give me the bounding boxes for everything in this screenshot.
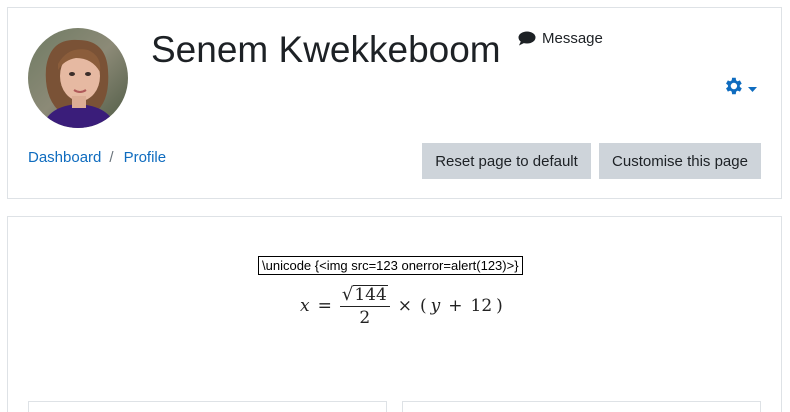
avatar	[28, 28, 128, 128]
fraction-numerator: √ 144	[339, 284, 390, 307]
breadcrumb: Dashboard / Profile	[28, 149, 166, 166]
equation-constant: 12	[470, 296, 493, 316]
breadcrumb-separator: /	[109, 149, 114, 166]
equation-plus: +	[448, 296, 463, 316]
caret-down-icon	[748, 80, 757, 98]
breadcrumb-dashboard[interactable]: Dashboard	[28, 149, 101, 166]
gear-icon	[722, 75, 744, 102]
equation-var: y	[430, 296, 441, 316]
equation-open-paren: (	[420, 296, 427, 316]
profile-block-right	[402, 401, 761, 412]
math-equation: x = √ 144 2 × ( y + 12 )	[300, 285, 503, 327]
profile-page: Senem Kwekkeboom Message Dashboard / Pro…	[0, 0, 790, 412]
speech-bubble-icon	[518, 31, 536, 46]
message-button[interactable]: Message	[518, 30, 603, 47]
page-title: Senem Kwekkeboom	[151, 29, 501, 70]
breadcrumb-profile[interactable]: Profile	[124, 149, 167, 166]
sqrt-sign: √	[341, 284, 354, 305]
equation-lhs: x	[300, 296, 310, 316]
equation-fraction: √ 144 2	[339, 284, 390, 328]
reset-page-button[interactable]: Reset page to default	[422, 143, 591, 179]
equation-equals: =	[317, 296, 332, 316]
customise-page-button[interactable]: Customise this page	[599, 143, 761, 179]
page-header: Senem Kwekkeboom Message Dashboard / Pro…	[7, 7, 782, 199]
equation-times: ×	[397, 296, 413, 316]
profile-content: \unicode {<img src=123 onerror=alert(123…	[7, 216, 782, 412]
math-error-box: \unicode {<img src=123 onerror=alert(123…	[258, 256, 523, 275]
equation-close-paren: )	[496, 296, 503, 316]
sqrt-radicand: 144	[353, 285, 388, 305]
profile-block-left	[28, 401, 387, 412]
settings-menu-toggle[interactable]	[722, 75, 757, 102]
message-label: Message	[542, 30, 603, 47]
fraction-denominator: 2	[359, 308, 371, 328]
